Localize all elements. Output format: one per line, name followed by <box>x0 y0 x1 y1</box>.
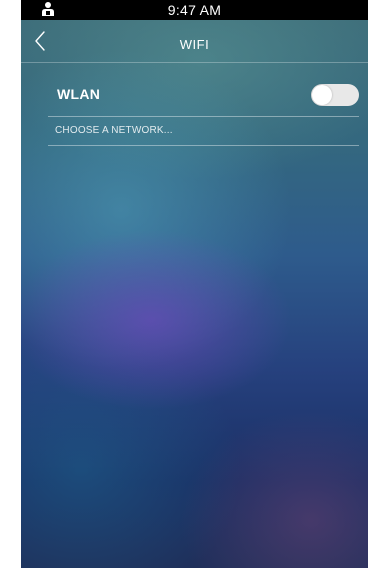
navigation-bar: WIFI <box>21 20 368 63</box>
status-bar: 9:47 AM <box>21 0 368 20</box>
wlan-row: WLAN <box>48 73 359 117</box>
toggle-knob <box>312 85 332 105</box>
choose-network-label: CHOOSE A NETWORK... <box>55 125 173 136</box>
status-time: 9:47 AM <box>167 2 222 18</box>
choose-network-row[interactable]: CHOOSE A NETWORK... <box>48 117 359 146</box>
wifi-settings-screen: 9:47 AM WIFI WLAN CHOOSE A NETWORK... <box>21 0 368 568</box>
wlan-toggle[interactable] <box>311 84 359 106</box>
wlan-label: WLAN <box>57 86 101 102</box>
page-title: WIFI <box>179 37 210 52</box>
